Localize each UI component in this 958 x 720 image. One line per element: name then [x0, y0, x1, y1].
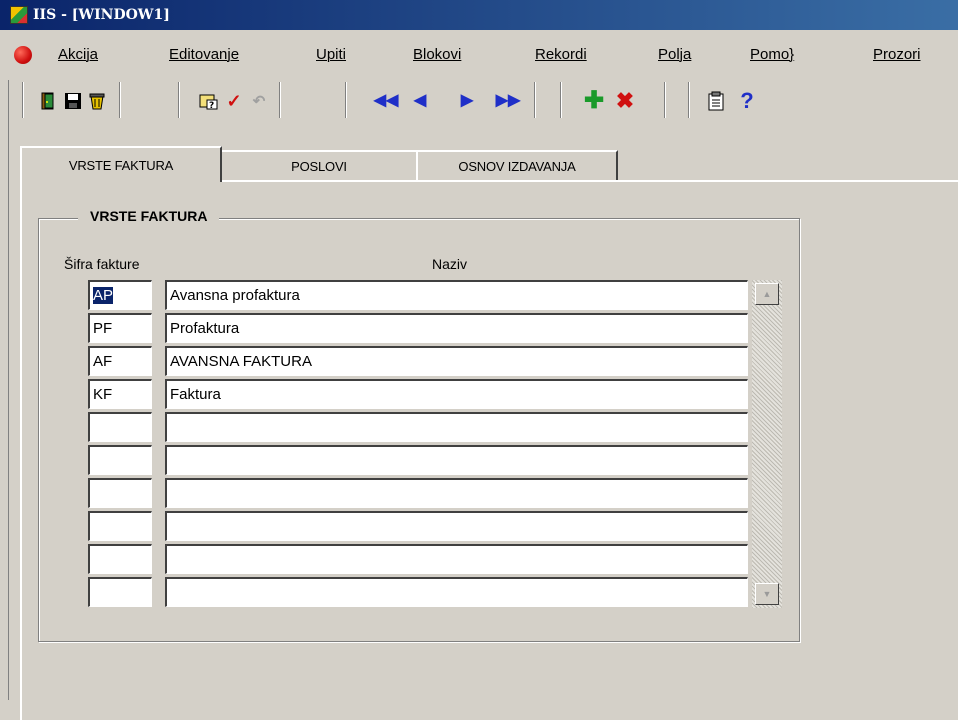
records-scrollbar[interactable]: ▲ ▼	[752, 280, 782, 608]
previous-record-icon[interactable]: ◀	[409, 90, 431, 112]
toolbar-separator	[664, 82, 666, 118]
code-value: AP	[93, 287, 114, 304]
toolbar-separator	[279, 82, 281, 118]
menu-blokovi[interactable]: Blokovi	[413, 46, 461, 63]
menu-pomoc[interactable]: Pomo}	[750, 46, 794, 63]
previous-block-icon[interactable]: ◀◀	[374, 90, 399, 112]
list-of-values-icon[interactable]	[705, 90, 727, 112]
name-field[interactable]: AVANSNA FAKTURA	[165, 346, 748, 376]
window-title: IIS - [WINDOW1]	[33, 7, 170, 23]
toolbar-separator	[22, 82, 24, 118]
toolbar: ? ✓ ↶ ◀◀ ◀ ▶ ▶▶ ✚ ✖ ?	[0, 80, 958, 122]
name-field[interactable]	[165, 511, 748, 541]
insert-record-icon[interactable]: ✚	[583, 89, 605, 113]
toolbar-separator	[560, 82, 562, 118]
code-value: KF	[93, 386, 113, 403]
delete-record-icon[interactable]: ✖	[614, 90, 636, 112]
name-field[interactable]: Faktura	[165, 379, 748, 409]
scroll-up-arrow-icon[interactable]: ▲	[755, 283, 779, 305]
name-field[interactable]: Profaktura	[165, 313, 748, 343]
tab-vrste-faktura[interactable]: VRSTE FAKTURA	[20, 146, 222, 182]
window-frame-edge	[0, 80, 9, 700]
title-bar: IIS - [WINDOW1]	[0, 0, 958, 30]
code-field[interactable]	[88, 511, 152, 541]
tab-poslovi[interactable]: POSLOVI	[220, 150, 418, 180]
name-field[interactable]	[165, 478, 748, 508]
menu-polja[interactable]: Polja	[658, 46, 691, 63]
clear-bucket-icon[interactable]	[86, 90, 108, 112]
code-field[interactable]	[88, 445, 152, 475]
code-field[interactable]	[88, 544, 152, 574]
name-field[interactable]: Avansna profaktura	[165, 280, 748, 310]
name-field[interactable]	[165, 412, 748, 442]
code-field[interactable]	[88, 577, 152, 607]
app-icon	[10, 6, 28, 24]
menu-rekordi[interactable]: Rekordi	[535, 46, 587, 63]
toolbar-separator	[345, 82, 347, 118]
menu-upiti[interactable]: Upiti	[316, 46, 346, 63]
enter-query-icon[interactable]: ?	[198, 90, 220, 112]
execute-query-check-icon[interactable]: ✓	[223, 90, 245, 112]
toolbar-separator	[119, 82, 121, 118]
menu-akcija[interactable]: Akcija	[58, 46, 98, 63]
name-field[interactable]	[165, 544, 748, 574]
toolbar-separator	[534, 82, 536, 118]
group-title: VRSTE FAKTURA	[78, 208, 220, 224]
exit-door-icon[interactable]	[38, 90, 60, 112]
name-field[interactable]	[165, 577, 748, 607]
code-value: AF	[93, 353, 113, 370]
name-value: AVANSNA FAKTURA	[170, 353, 312, 370]
code-field[interactable]: AP	[88, 280, 152, 310]
next-record-icon[interactable]: ▶	[456, 90, 478, 112]
help-icon[interactable]: ?	[736, 90, 758, 112]
name-value: Faktura	[170, 386, 221, 403]
name-value: Avansna profaktura	[170, 287, 300, 304]
cancel-query-icon[interactable]: ↶	[248, 90, 270, 112]
code-value: PF	[93, 320, 113, 337]
close-icon[interactable]	[14, 46, 32, 64]
tab-osnov-izdavanja[interactable]: OSNOV IZDAVANJA	[416, 150, 618, 180]
next-block-icon[interactable]: ▶▶	[496, 90, 521, 112]
svg-text:?: ?	[209, 101, 214, 111]
column-header-code: Šifra fakture	[64, 256, 140, 272]
code-field[interactable]	[88, 412, 152, 442]
toolbar-separator	[688, 82, 690, 118]
toolbar-separator	[178, 82, 180, 118]
menu-prozori[interactable]: Prozori	[873, 46, 921, 63]
scroll-down-arrow-icon[interactable]: ▼	[755, 583, 779, 605]
name-field[interactable]	[165, 445, 748, 475]
code-field[interactable]: AF	[88, 346, 152, 376]
name-value: Profaktura	[170, 320, 240, 337]
column-header-name: Naziv	[432, 256, 468, 272]
code-field[interactable]: KF	[88, 379, 152, 409]
menu-bar: Akcija Editovanje Upiti Blokovi Rekordi …	[0, 38, 958, 68]
save-disk-icon[interactable]	[62, 90, 84, 112]
code-field[interactable]	[88, 478, 152, 508]
code-field[interactable]: PF	[88, 313, 152, 343]
menu-editovanje[interactable]: Editovanje	[169, 46, 239, 63]
